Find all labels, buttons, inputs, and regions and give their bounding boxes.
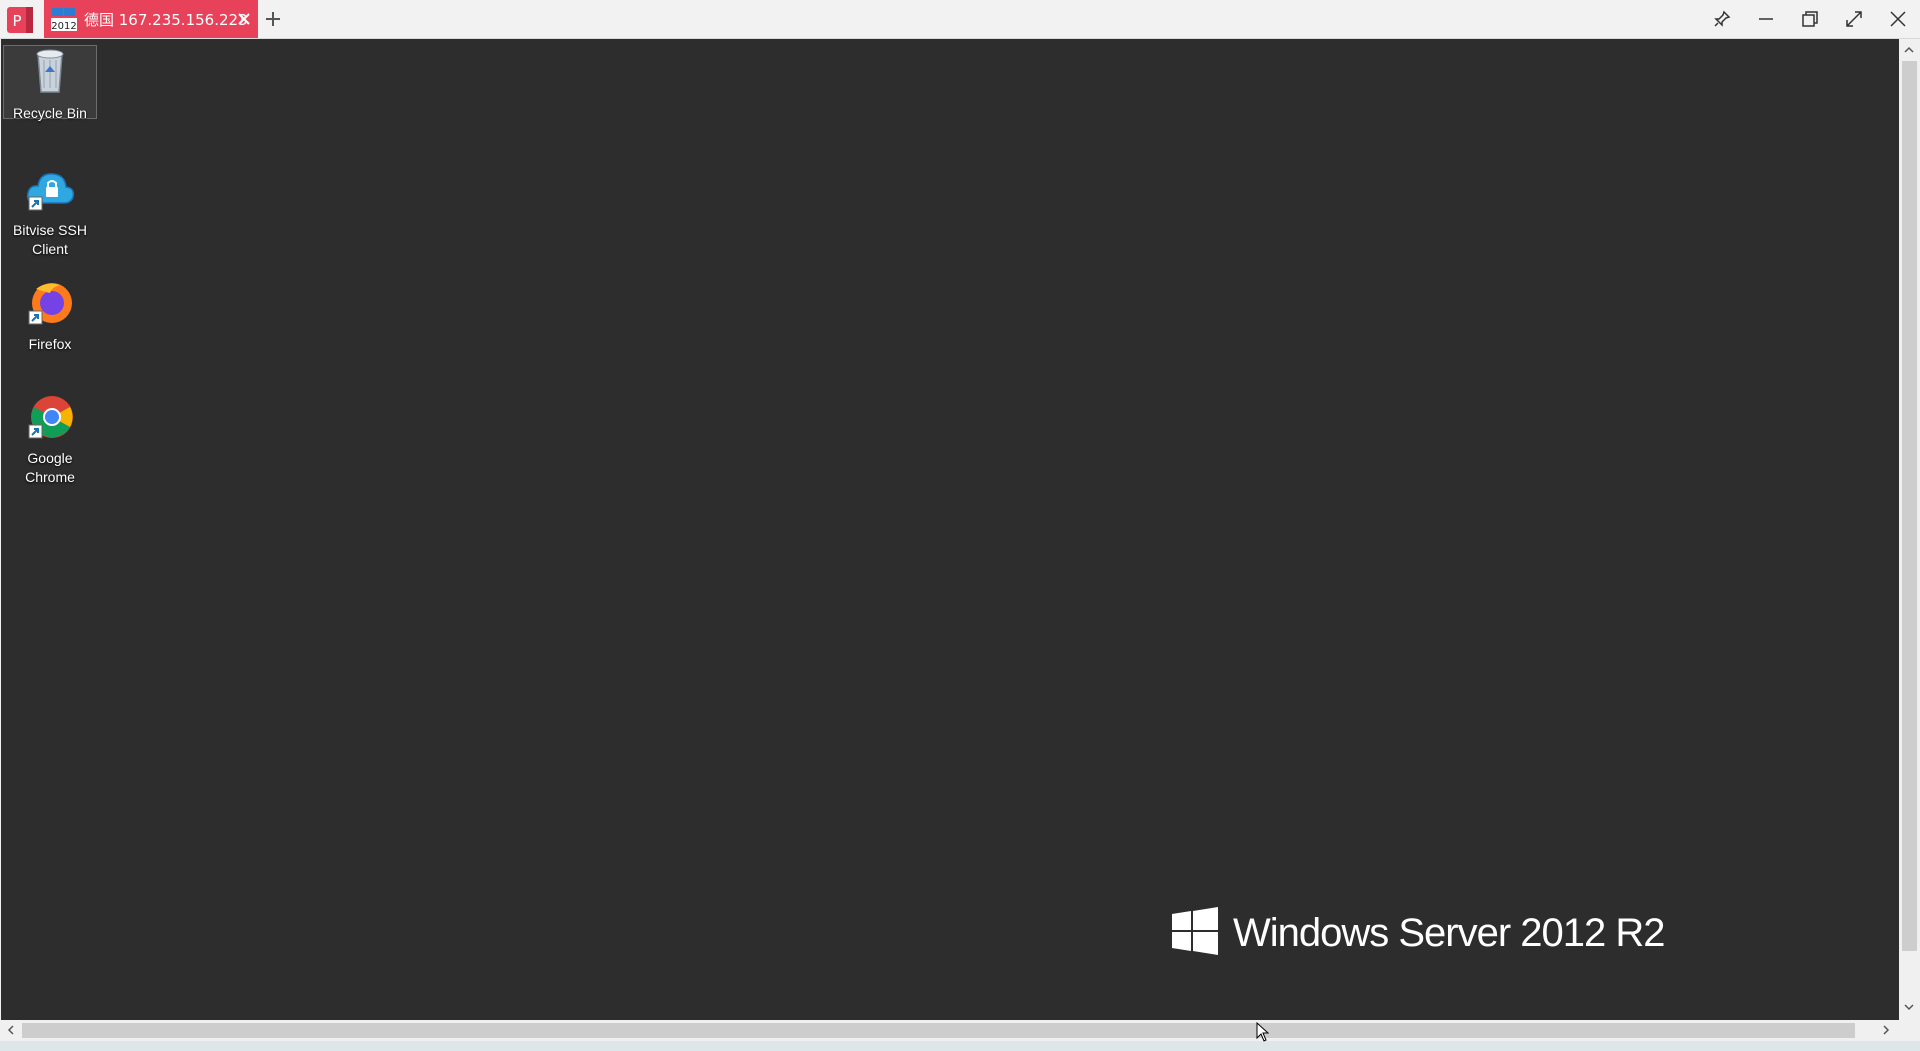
- tab-title: 德国 167.235.156.223: [84, 10, 248, 29]
- icon-label: Firefox: [28, 336, 72, 352]
- windows-server-tab-icon: 2012: [50, 6, 78, 32]
- session-tab[interactable]: 2012 德国 167.235.156.223: [44, 0, 258, 38]
- desktop-icon-bitvise[interactable]: Bitvise SSH Client: [3, 163, 97, 259]
- bitvise-ssh-icon: [22, 163, 78, 219]
- icon-label: Bitvise SSH Client: [13, 222, 87, 257]
- new-tab-plus-icon[interactable]: [263, 9, 283, 29]
- windows-server-branding: Windows Server 2012 R2: [1171, 907, 1666, 959]
- chrome-icon: [22, 391, 78, 447]
- scroll-up-icon[interactable]: [1901, 42, 1917, 58]
- svg-text:P: P: [12, 12, 21, 30]
- scroll-down-icon[interactable]: [1901, 999, 1917, 1015]
- desktop-icon-recycle-bin[interactable]: Recycle Bin: [3, 45, 97, 121]
- fullscreen-icon[interactable]: [1832, 0, 1876, 38]
- desktop-icon-chrome[interactable]: Google Chrome: [3, 391, 97, 487]
- minimize-icon[interactable]: [1744, 0, 1788, 38]
- windows-logo-icon: [1171, 907, 1219, 959]
- tab-close-icon[interactable]: [236, 11, 252, 27]
- windows-server-text: Windows Server 2012 R2: [1233, 910, 1666, 955]
- desktop-icon-firefox[interactable]: Firefox: [3, 277, 97, 354]
- svg-text:2012: 2012: [51, 21, 76, 32]
- vertical-scroll-thumb[interactable]: [1902, 61, 1917, 951]
- scroll-right-icon[interactable]: [1878, 1022, 1894, 1038]
- close-icon[interactable]: [1876, 0, 1920, 38]
- window-controls: [1700, 0, 1920, 38]
- restore-icon[interactable]: [1788, 0, 1832, 38]
- horizontal-scroll-thumb[interactable]: [22, 1023, 1855, 1038]
- firefox-icon: [22, 277, 78, 333]
- horizontal-scrollbar[interactable]: [0, 1020, 1899, 1041]
- remote-desktop[interactable]: Recycle Bin Bitvise SSH Client Firefox G…: [1, 39, 1899, 1020]
- title-bar: P 2012 德国 167.235.156.223: [0, 0, 1920, 39]
- icon-label: Google Chrome: [25, 450, 75, 485]
- pin-icon[interactable]: [1700, 0, 1744, 38]
- app-logo-icon[interactable]: P: [6, 6, 36, 34]
- mouse-cursor-icon: [1256, 1021, 1270, 1042]
- vertical-scrollbar[interactable]: [1899, 39, 1920, 1020]
- icon-label: Recycle Bin: [13, 105, 87, 121]
- scroll-left-icon[interactable]: [3, 1022, 19, 1038]
- bottom-strip: [0, 1041, 1920, 1051]
- scrollbar-corner: [1899, 1020, 1920, 1041]
- recycle-bin-icon: [22, 46, 78, 102]
